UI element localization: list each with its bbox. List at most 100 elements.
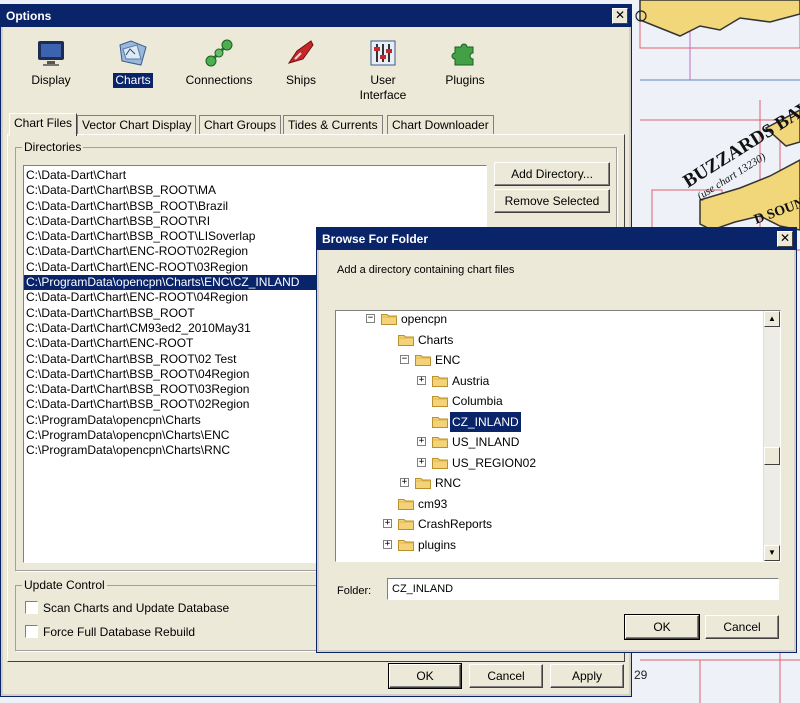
folder-tree-item-label: Columbia: [452, 394, 503, 408]
toolbar-connections[interactable]: Connections: [179, 31, 259, 88]
force-rebuild-label: Force Full Database Rebuild: [43, 625, 196, 639]
expand-icon[interactable]: +: [383, 519, 392, 528]
collapse-icon[interactable]: −: [366, 314, 375, 323]
update-control-label: Update Control: [22, 578, 107, 592]
scroll-down-button[interactable]: ▼: [764, 545, 780, 561]
browse-ok-button[interactable]: OK: [624, 614, 700, 640]
toolbar-user-interface[interactable]: User Interface: [343, 31, 423, 103]
remove-selected-button[interactable]: Remove Selected: [494, 189, 610, 213]
toolbar-charts[interactable]: Charts: [93, 31, 173, 88]
folder-icon: [398, 539, 414, 551]
tab-tides-currents[interactable]: Tides & Currents: [283, 115, 383, 135]
folder-tree-item[interactable]: + US_REGION02: [336, 453, 764, 473]
folder-tree-item-label: US_REGION02: [452, 455, 537, 470]
folder-tree-item-label: US_INLAND: [452, 435, 520, 449]
directory-list-item[interactable]: C:\Data-Dart\Chart: [24, 168, 486, 183]
expand-icon[interactable]: +: [400, 478, 409, 487]
folder-tree-item-label: opencpn: [401, 312, 448, 326]
folder-icon: [415, 478, 431, 489]
directories-label: Directories: [22, 140, 84, 154]
folder-input[interactable]: CZ_INLAND: [387, 578, 779, 600]
scan-charts-checkbox[interactable]: Scan Charts and Update Database: [25, 601, 229, 615]
tab-chart-groups[interactable]: Chart Groups: [199, 115, 282, 135]
force-rebuild-checkbox[interactable]: Force Full Database Rebuild: [25, 625, 195, 639]
monitor-icon: [38, 41, 64, 66]
browse-title: Browse For Folder: [322, 232, 429, 246]
puzzle-icon: [451, 43, 474, 66]
browse-close-button[interactable]: ✕: [777, 231, 793, 247]
scan-charts-label: Scan Charts and Update Database: [43, 601, 230, 615]
options-ok-button[interactable]: OK: [388, 663, 462, 689]
folder-tree-item[interactable]: CZ_INLAND: [336, 410, 764, 433]
expand-icon[interactable]: +: [383, 539, 392, 549]
expand-icon[interactable]: +: [417, 437, 426, 446]
folder-tree-item[interactable]: + RNC: [336, 473, 764, 493]
scroll-up-button[interactable]: ▲: [764, 311, 780, 327]
directory-list-item[interactable]: C:\Data-Dart\Chart\BSB_ROOT\Brazil: [24, 199, 486, 214]
folder-tree[interactable]: − opencpn Charts − ENC + Austria Columbia CZ_INL…: [335, 310, 781, 562]
directory-list-item[interactable]: C:\Data-Dart\Chart\BSB_ROOT\MA: [24, 183, 486, 198]
expand-icon[interactable]: +: [417, 457, 426, 467]
scroll-thumb[interactable]: [764, 447, 780, 465]
folder-tree-scrollbar[interactable]: ▲ ▼: [763, 311, 780, 561]
folder-tree-item-label: Charts: [418, 332, 454, 347]
folder-tree-item-label: cm93: [418, 496, 448, 511]
folder-icon: [432, 416, 448, 428]
tab-chart-files[interactable]: Chart Files: [9, 113, 78, 136]
folder-tree-item[interactable]: − ENC: [336, 350, 764, 370]
folder-icon: [432, 396, 448, 407]
folder-icon: [398, 498, 414, 510]
options-cancel-button[interactable]: Cancel: [469, 664, 543, 688]
browse-instruction: Add a directory containing chart files: [337, 264, 515, 276]
toolbar-ships[interactable]: Ships: [261, 31, 341, 88]
options-title: Options: [6, 9, 52, 23]
folder-icon: [398, 519, 414, 530]
folder-icon: [432, 437, 448, 448]
folder-tree-item[interactable]: + Austria: [336, 371, 764, 391]
folder-icon: [398, 334, 414, 346]
folder-tree-item[interactable]: Columbia: [336, 391, 764, 411]
folder-tree-item-label: CrashReports: [418, 517, 493, 531]
toolbar-label-connections: Connections: [185, 73, 253, 87]
expand-icon[interactable]: +: [417, 375, 426, 385]
ship-icon: [287, 40, 314, 64]
options-toolbar: Display Charts Connections Ships User In…: [7, 31, 625, 109]
browse-folder-dialog: Browse For Folder ✕ Add a directory cont…: [316, 227, 797, 653]
folder-tree-item[interactable]: + US_INLAND: [336, 432, 764, 452]
toolbar-label-plugins: Plugins: [445, 73, 485, 87]
browse-cancel-button[interactable]: Cancel: [705, 615, 779, 639]
scan-charts-checkbox-box[interactable]: [25, 601, 38, 614]
folder-tree-item[interactable]: Charts: [336, 330, 764, 350]
toolbar-label-charts: Charts: [113, 73, 153, 88]
folder-tree-item[interactable]: cm93: [336, 494, 764, 514]
options-titlebar[interactable]: Options ✕: [1, 5, 631, 27]
browse-titlebar[interactable]: Browse For Folder ✕: [317, 228, 796, 250]
folder-icon: [381, 314, 397, 325]
folder-icon: [432, 375, 448, 387]
map-label-depth: 29: [634, 668, 648, 682]
add-directory-button[interactable]: Add Directory...: [494, 162, 610, 186]
tab-vector-chart-display[interactable]: Vector Chart Display: [77, 115, 197, 135]
charts-icon: [119, 40, 147, 66]
folder-icon: [415, 355, 431, 366]
folder-icon: [432, 457, 448, 469]
toolbar-label-user-interface: User Interface: [359, 73, 407, 102]
folder-tree-item-label: CZ_INLAND: [449, 410, 522, 433]
options-close-button[interactable]: ✕: [612, 8, 628, 24]
folder-tree-item[interactable]: + CrashReports: [336, 514, 764, 534]
folder-tree-item[interactable]: + plugins: [336, 535, 764, 555]
force-rebuild-checkbox-box[interactable]: [25, 625, 38, 638]
folder-tree-item-label: RNC: [435, 476, 461, 490]
sliders-icon: [370, 40, 396, 66]
toolbar-label-ships: Ships: [285, 73, 317, 87]
toolbar-display[interactable]: Display: [11, 31, 91, 88]
tab-chart-downloader[interactable]: Chart Downloader: [387, 115, 494, 135]
options-apply-button[interactable]: Apply: [550, 664, 624, 688]
collapse-icon[interactable]: −: [400, 355, 409, 364]
toolbar-label-display: Display: [31, 73, 71, 87]
folder-tree-item[interactable]: − opencpn: [336, 311, 764, 329]
folder-tree-item-label: Austria: [452, 373, 490, 388]
folder-tree-item-label: plugins: [418, 537, 457, 552]
toolbar-plugins[interactable]: Plugins: [425, 31, 505, 88]
folder-tree-item-label: ENC: [435, 353, 461, 367]
